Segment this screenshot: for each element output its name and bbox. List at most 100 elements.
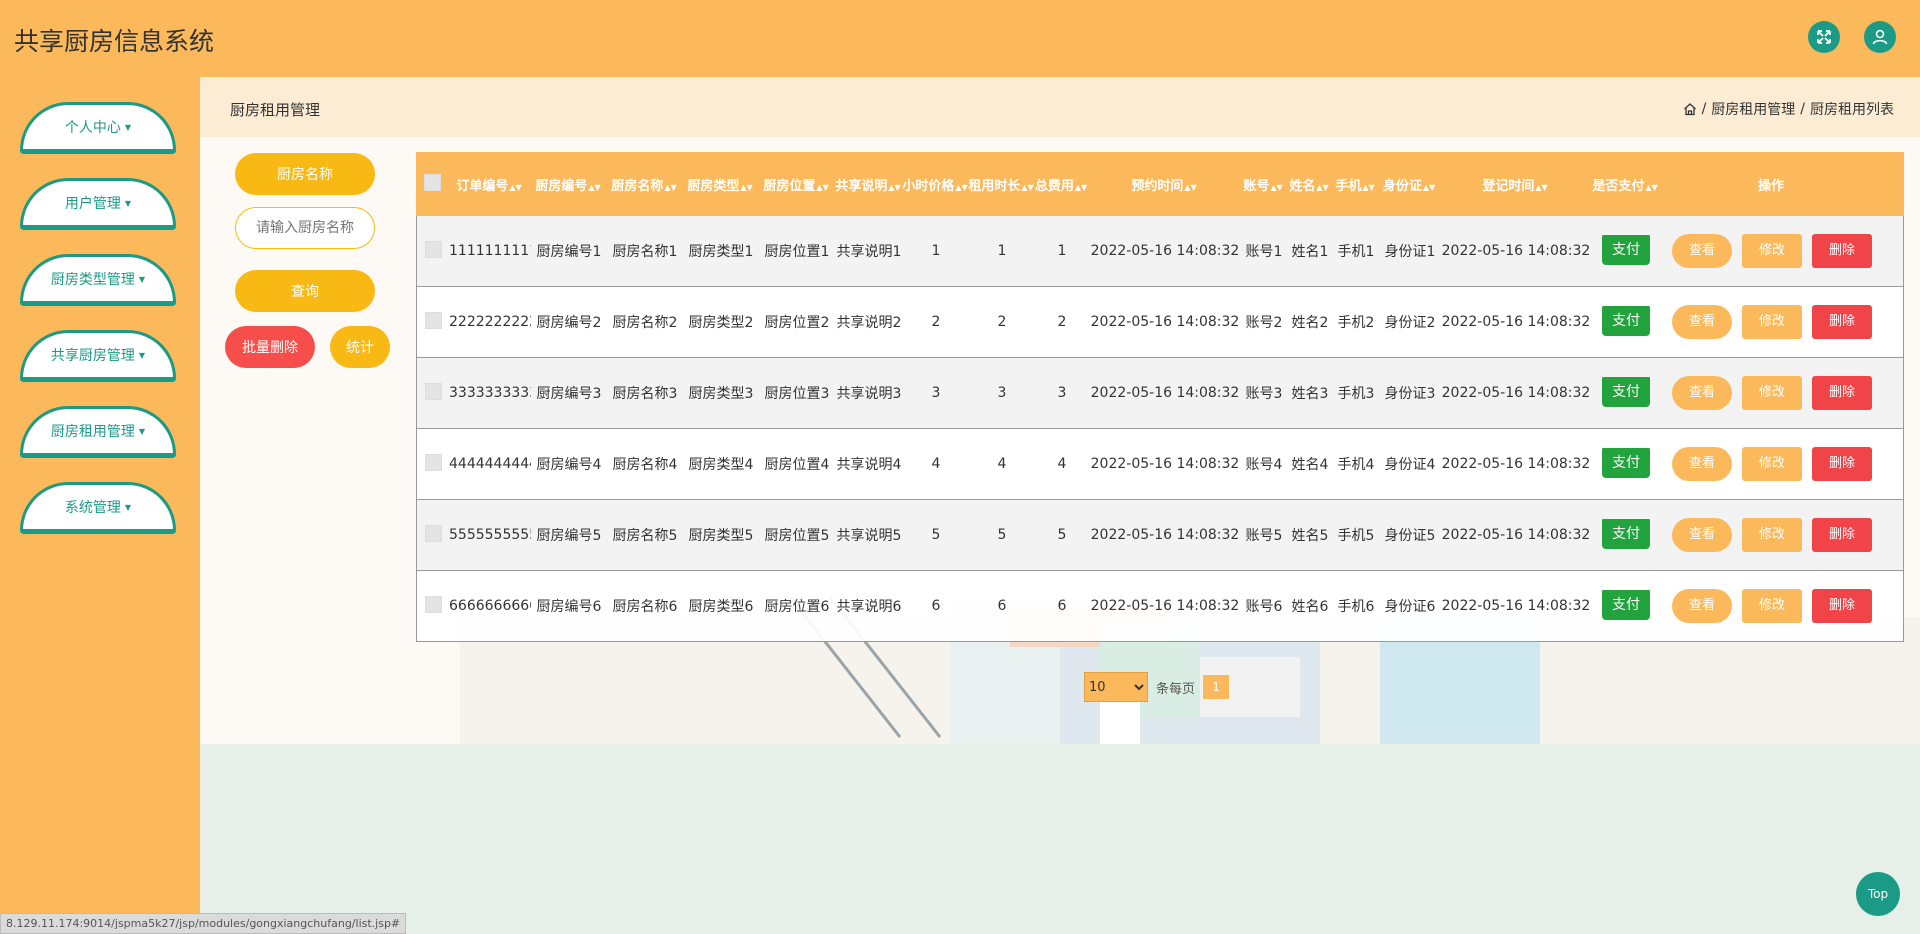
table-cell: 账号3 [1245, 386, 1283, 402]
view-button[interactable]: 查看 [1672, 305, 1732, 339]
table-cell: 厨房名称4 [612, 457, 678, 473]
search-input[interactable] [235, 207, 375, 249]
delete-button[interactable]: 删除 [1812, 447, 1872, 481]
delete-button[interactable]: 删除 [1812, 589, 1872, 623]
app-title: 共享厨房信息系统 [14, 27, 215, 56]
sidebar-item-shared-kitchen[interactable]: 共享厨房管理 ▼ [20, 330, 176, 382]
page-size-select[interactable]: 10 [1084, 672, 1148, 702]
table-cell: 厨房类型3 [688, 386, 754, 402]
statistics-button[interactable]: 统计 [330, 326, 390, 368]
view-button[interactable]: 查看 [1672, 376, 1732, 410]
pay-button[interactable]: 支付 [1602, 377, 1650, 407]
row-checkbox[interactable] [424, 524, 442, 542]
column-header[interactable]: 手机▲▼ [1332, 175, 1378, 194]
column-header[interactable]: 登记时间▲▼ [1440, 175, 1590, 194]
query-button[interactable]: 查询 [235, 270, 375, 312]
pay-button[interactable]: 支付 [1602, 306, 1650, 336]
column-header[interactable]: 厨房编号▲▼ [530, 175, 606, 194]
edit-button[interactable]: 修改 [1742, 234, 1802, 268]
table-row: 2222222222 厨房编号2 厨房名称2 厨房类型2 厨房位置2 共享说明2 2 2 2 20… [416, 287, 1904, 358]
delete-button[interactable]: 删除 [1812, 376, 1872, 410]
select-all-checkbox[interactable] [423, 173, 441, 191]
edit-button[interactable]: 修改 [1742, 305, 1802, 339]
back-to-top-button[interactable]: Top [1856, 872, 1900, 916]
column-header[interactable]: 姓名▲▼ [1286, 175, 1332, 194]
fullscreen-button[interactable] [1808, 21, 1840, 53]
row-checkbox[interactable] [424, 595, 442, 613]
row-checkbox[interactable] [424, 240, 442, 258]
pay-cell: 支付 [1591, 590, 1661, 622]
row-select-cell [417, 311, 449, 333]
breadcrumb-separator: / [1800, 101, 1805, 117]
column-header[interactable]: 预约时间▲▼ [1088, 175, 1240, 194]
home-icon[interactable] [1683, 102, 1697, 116]
table-cell: 手机2 [1337, 315, 1375, 331]
actions-cell: 查看 修改 删除 [1661, 518, 1883, 552]
row-checkbox[interactable] [424, 311, 442, 329]
row-select-cell [417, 453, 449, 475]
sidebar-item-kitchen-type[interactable]: 厨房类型管理 ▼ [20, 254, 176, 306]
table-row: 3333333333 厨房编号3 厨房名称3 厨房类型3 厨房位置3 共享说明3 3 3 3 20… [416, 358, 1904, 429]
batch-delete-button[interactable]: 批量删除 [225, 326, 315, 368]
actions-cell: 查看 修改 删除 [1661, 589, 1883, 623]
table-cell: 1 [997, 243, 1007, 259]
column-header[interactable]: 身份证▲▼ [1378, 175, 1440, 194]
row-checkbox[interactable] [424, 382, 442, 400]
table-cell: 厨房名称2 [612, 315, 678, 331]
edit-button[interactable]: 修改 [1742, 376, 1802, 410]
delete-button[interactable]: 删除 [1812, 234, 1872, 268]
delete-button[interactable]: 删除 [1812, 305, 1872, 339]
delete-button[interactable]: 删除 [1812, 518, 1872, 552]
table-cell: 姓名5 [1291, 528, 1329, 544]
column-header[interactable]: 租用时长▲▼ [968, 175, 1034, 194]
pay-button[interactable]: 支付 [1602, 590, 1650, 620]
table-cell: 共享说明6 [836, 599, 902, 615]
table-cell: 厨房编号2 [536, 315, 602, 331]
table-cell: 5 [931, 527, 941, 543]
sidebar-item-label: 系统管理 [64, 500, 121, 516]
view-button[interactable]: 查看 [1672, 234, 1732, 268]
row-checkbox[interactable] [424, 453, 442, 471]
column-header[interactable]: 共享说明▲▼ [834, 175, 902, 194]
row-select-cell [417, 240, 449, 262]
table-cell: 2 [931, 314, 941, 330]
table-cell: 厨房类型4 [688, 457, 754, 473]
column-header[interactable]: 厨房类型▲▼ [682, 175, 758, 194]
sidebar-item-personal-center[interactable]: 个人中心 ▼ [20, 102, 176, 154]
pay-button[interactable]: 支付 [1602, 519, 1650, 549]
column-header[interactable]: 小时价格▲▼ [902, 175, 968, 194]
table-cell: 厨房位置4 [764, 457, 830, 473]
top-header: 共享厨房信息系统 [0, 0, 1920, 77]
sidebar-item-user-management[interactable]: 用户管理 ▼ [20, 178, 176, 230]
table-cell: 身份证3 [1384, 386, 1436, 402]
column-header[interactable]: 是否支付▲▼ [1590, 175, 1660, 194]
table-cell: 姓名1 [1291, 244, 1329, 260]
column-header[interactable]: 厨房名称▲▼ [606, 175, 682, 194]
sidebar-item-system-management[interactable]: 系统管理 ▼ [20, 482, 176, 534]
actions-cell: 查看 修改 删除 [1661, 376, 1883, 410]
column-header[interactable]: 总费用▲▼ [1034, 175, 1088, 194]
view-button[interactable]: 查看 [1672, 447, 1732, 481]
sort-icon: ▲▼ [1074, 182, 1088, 192]
edit-button[interactable]: 修改 [1742, 589, 1802, 623]
page-number-current[interactable]: 1 [1203, 675, 1230, 699]
table-cell: 厨房位置2 [764, 315, 830, 331]
view-button[interactable]: 查看 [1672, 589, 1732, 623]
sidebar-item-label: 厨房租用管理 [50, 424, 135, 440]
table-cell: 4444444444 [449, 456, 531, 472]
table-cell: 2022-05-16 14:08:32 [1090, 314, 1240, 330]
table-cell: 厨房名称3 [612, 386, 678, 402]
column-header[interactable]: 厨房位置▲▼ [758, 175, 834, 194]
breadcrumb-item-rental-management[interactable]: 厨房租用管理 [1711, 99, 1795, 119]
sidebar-item-kitchen-rental[interactable]: 厨房租用管理 ▼ [20, 406, 176, 458]
pay-button[interactable]: 支付 [1602, 235, 1650, 265]
edit-button[interactable]: 修改 [1742, 447, 1802, 481]
pay-button[interactable]: 支付 [1602, 448, 1650, 478]
edit-button[interactable]: 修改 [1742, 518, 1802, 552]
column-header[interactable]: 订单编号▲▼ [448, 175, 530, 194]
column-header[interactable]: 账号▲▼ [1240, 175, 1286, 194]
user-button[interactable] [1864, 21, 1896, 53]
table-cell: 账号4 [1245, 457, 1283, 473]
column-header-actions: 操作 [1757, 178, 1784, 194]
view-button[interactable]: 查看 [1672, 518, 1732, 552]
